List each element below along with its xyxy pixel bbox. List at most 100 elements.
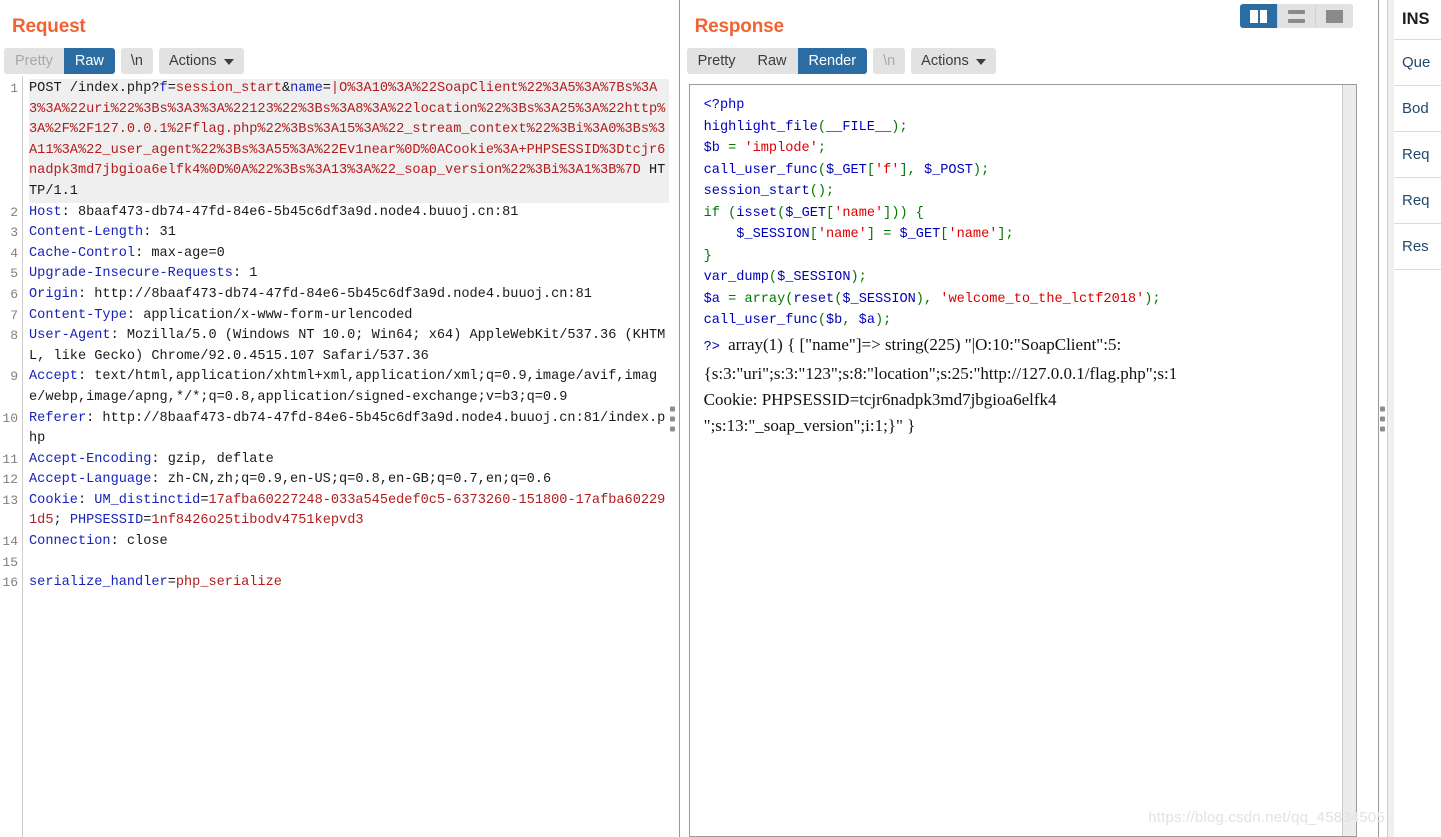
request-line: Accept: text/html,application/xhtml+xml,… xyxy=(29,367,669,408)
php-token: 'f' xyxy=(874,162,900,178)
php-close-tag: ?> xyxy=(703,339,729,355)
request-line: POST /index.php?f=session_start&name=|O%… xyxy=(29,79,669,203)
splitter-track xyxy=(1387,0,1394,837)
request-response-splitter[interactable] xyxy=(668,0,683,837)
request-line: Upgrade-Insecure-Requests: 1 xyxy=(29,264,669,285)
code-token: : http://8baaf473-db74-47fd-84e6-5b45c6d… xyxy=(77,286,592,302)
request-toolbar: Pretty Raw \n Actions xyxy=(0,36,669,76)
inspector-row-request-cookies[interactable]: Req xyxy=(1394,132,1441,178)
request-line: Host: 8baaf473-db74-47fd-84e6-5b45c6df3a… xyxy=(29,203,669,224)
response-toolbar: Pretty Raw Render \n Actions xyxy=(683,36,1375,76)
vertical-split-icon[interactable] xyxy=(1240,4,1278,28)
inspector-row-request-headers[interactable]: Req xyxy=(1394,178,1441,224)
code-token: Accept-Language xyxy=(29,472,152,488)
tab-request-raw[interactable]: Raw xyxy=(63,48,115,74)
splitter-grip-icon xyxy=(669,406,675,431)
request-line xyxy=(29,553,669,574)
code-token: ; xyxy=(53,513,70,529)
code-token: name xyxy=(290,81,323,96)
code-token: : http://8baaf473-db74-47fd-84e6-5b45c6d… xyxy=(29,410,666,447)
tab-response-pretty[interactable]: Pretty xyxy=(686,48,747,74)
request-editor[interactable]: 1 2 3 4 5 6 7 8 9 10 11 12 13 14 15 16 POST /index.php?… xyxy=(0,76,669,837)
request-code-area[interactable]: POST /index.php?f=session_start&name=|O%… xyxy=(23,76,669,837)
php-token: __FILE__ xyxy=(826,119,892,135)
php-token: ( xyxy=(817,162,827,178)
line-number: 9 xyxy=(10,369,18,385)
request-line: Accept-Encoding: gzip, deflate xyxy=(29,450,669,471)
tab-request-pretty[interactable]: Pretty xyxy=(4,48,64,74)
php-token: $_SESSION xyxy=(777,270,851,285)
code-token: : text/html,application/xhtml+xml,applic… xyxy=(29,369,658,405)
line-number: 8 xyxy=(10,328,18,344)
php-token: = xyxy=(728,141,745,156)
line-number: 16 xyxy=(2,575,18,591)
line-number: 3 xyxy=(10,225,18,241)
request-actions-button[interactable]: Actions xyxy=(158,48,244,74)
php-token: = xyxy=(883,227,900,242)
php-token: $_GET xyxy=(785,205,827,221)
php-token: ); xyxy=(891,119,908,135)
response-render-view[interactable]: <?php highlight_file(__FILE__); $b = 'impl… xyxy=(688,84,1357,837)
php-token: $_SESSION xyxy=(842,291,916,307)
php-token: isset xyxy=(736,205,778,221)
tab-response-raw[interactable]: Raw xyxy=(746,48,798,74)
response-inspector-splitter[interactable] xyxy=(1375,0,1394,837)
code-token: Cookie xyxy=(29,492,78,508)
php-token: ( xyxy=(817,313,827,328)
response-panel: Response Pretty Raw Render \n Actions <?… xyxy=(682,0,1375,837)
layout-toggle-group[interactable] xyxy=(1240,4,1353,28)
request-line: Content-Type: application/x-www-form-url… xyxy=(29,306,669,327)
php-source-line: $b = 'implode'; xyxy=(704,138,1348,160)
php-token: [ xyxy=(866,162,875,178)
response-editor[interactable]: <?php highlight_file(__FILE__); $b = 'impl… xyxy=(682,76,1375,837)
render-output-line: ?> array(1) { ["name"]=> string(225) "|O… xyxy=(704,332,1348,361)
php-token: 'name' xyxy=(817,227,867,242)
php-token: var_dump xyxy=(703,270,769,285)
inspector-row-query-params[interactable]: Que xyxy=(1394,40,1441,86)
code-token: php_serialize xyxy=(175,575,282,591)
line-number: 2 xyxy=(10,204,18,220)
request-line: Cookie: UM_distinctid=17afba60227248-033… xyxy=(29,491,669,532)
code-token: : gzip, deflate xyxy=(151,451,274,467)
php-source-line: $_SESSION['name'] = $_GET['name']; xyxy=(704,224,1348,246)
response-newline-toggle[interactable]: \n xyxy=(873,48,906,74)
line-number: 1 xyxy=(10,81,18,96)
code-token: f xyxy=(159,81,168,96)
request-newline-toggle[interactable]: \n xyxy=(120,48,153,74)
response-view-tabs[interactable]: Pretty Raw Render xyxy=(686,48,868,74)
splitter-bar xyxy=(1378,0,1379,837)
request-view-tabs[interactable]: Pretty Raw xyxy=(4,48,115,74)
splitter-grip-icon xyxy=(1380,406,1385,431)
php-token: ); xyxy=(972,162,990,178)
repeater-window: Request Pretty Raw \n Actions 1234567891… xyxy=(0,0,1441,837)
php-token: highlight_file xyxy=(703,119,818,135)
request-line: Origin: http://8baaf473-db74-47fd-84e6-5… xyxy=(29,285,669,306)
response-actions-button[interactable]: Actions xyxy=(911,48,996,74)
chevron-down-icon xyxy=(223,59,234,65)
response-scrollbar[interactable] xyxy=(1342,85,1356,836)
inspector-row-body-params[interactable]: Bod xyxy=(1394,86,1441,132)
request-title: Request xyxy=(12,16,86,37)
request-actions-label: Actions xyxy=(168,53,217,69)
php-token: ), xyxy=(915,291,941,307)
php-token: $b xyxy=(826,313,843,328)
inspector-row-response-headers[interactable]: Res xyxy=(1394,224,1441,270)
code-token: Content-Length xyxy=(29,225,144,241)
php-token: [ xyxy=(826,205,835,221)
php-token: , xyxy=(842,313,859,328)
inspector-title: INS xyxy=(1394,0,1441,40)
request-line: Connection: close xyxy=(29,532,669,553)
request-line-numbers: 1 2 3 4 5 6 7 8 9 10 11 12 13 14 15 16 xyxy=(0,76,23,837)
php-source-line: <?php xyxy=(704,95,1348,117)
code-token: Connection xyxy=(29,534,111,550)
line-number: 11 xyxy=(2,451,18,467)
php-token: ( xyxy=(817,119,827,135)
single-pane-icon[interactable] xyxy=(1316,4,1353,28)
code-token: : 1 xyxy=(232,266,258,282)
request-line: Content-Length: 31 xyxy=(29,223,669,244)
horizontal-split-icon[interactable] xyxy=(1278,4,1316,28)
php-token: ); xyxy=(850,270,867,285)
line-number: 4 xyxy=(10,245,18,261)
tab-response-render[interactable]: Render xyxy=(797,48,868,74)
code-token: Accept-Encoding xyxy=(29,451,152,467)
